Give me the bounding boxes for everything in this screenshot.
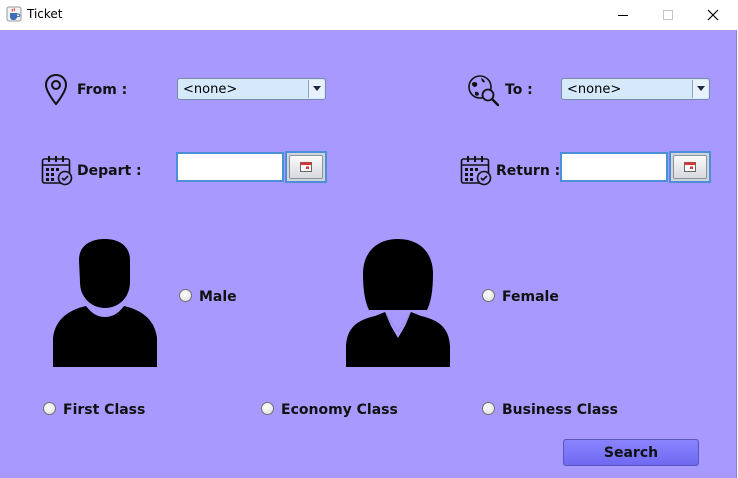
male-avatar-icon: [53, 239, 157, 367]
chevron-down-icon: [696, 86, 705, 91]
from-combobox[interactable]: <none>: [177, 78, 326, 100]
return-date-field[interactable]: [560, 152, 668, 182]
title-bar: Ticket: [0, 0, 738, 30]
return-calendar-button-face: [673, 155, 707, 179]
depart-calendar-button-face: [289, 155, 323, 179]
ticket-window: Ticket From : <none> To: <none> Depart …: [0, 0, 738, 478]
ticket-form: From : <none> To : <none> Depart: Retur…: [0, 30, 737, 478]
to-label: To :: [505, 82, 533, 98]
female-radio[interactable]: [482, 289, 495, 302]
calendar-icon: [684, 162, 696, 172]
minimize-icon: [618, 15, 628, 16]
minimize-button[interactable]: [600, 0, 646, 30]
java-cup-icon: [6, 6, 22, 22]
business-class-label: Business Class: [502, 402, 618, 418]
globe-search-icon: [468, 75, 500, 107]
male-label: Male: [199, 289, 237, 305]
depart-label: Depart :: [77, 163, 142, 179]
to-combobox[interactable]: <none>: [561, 78, 710, 100]
economy-class-radio[interactable]: [261, 402, 274, 415]
first-class-radio[interactable]: [43, 402, 56, 415]
depart-date-field[interactable]: [176, 152, 284, 182]
male-radio[interactable]: [179, 289, 192, 302]
maximize-button[interactable]: [645, 0, 691, 30]
business-class-radio[interactable]: [482, 402, 495, 415]
calendar-icon: [300, 162, 312, 172]
window-title: Ticket: [27, 7, 63, 21]
first-class-label: First Class: [63, 402, 146, 418]
close-button[interactable]: [690, 0, 736, 30]
to-dropdown-arrow[interactable]: [692, 80, 708, 98]
return-calendar-button[interactable]: [669, 151, 711, 183]
calendar-check-icon: [41, 156, 73, 186]
to-selected-value: <none>: [567, 82, 622, 97]
return-label: Return :: [496, 163, 561, 179]
close-icon: [707, 9, 719, 21]
from-label: From :: [77, 82, 128, 98]
from-selected-value: <none>: [183, 82, 238, 97]
maximize-icon: [663, 10, 673, 20]
economy-class-label: Economy Class: [281, 402, 398, 418]
depart-calendar-button[interactable]: [285, 151, 327, 183]
female-avatar-icon: [346, 239, 450, 367]
from-dropdown-arrow[interactable]: [308, 80, 324, 98]
location-pin-icon: [44, 73, 68, 106]
search-button[interactable]: Search: [563, 439, 699, 466]
female-label: Female: [502, 289, 559, 305]
calendar-check-icon: [460, 156, 492, 186]
chevron-down-icon: [312, 86, 321, 91]
